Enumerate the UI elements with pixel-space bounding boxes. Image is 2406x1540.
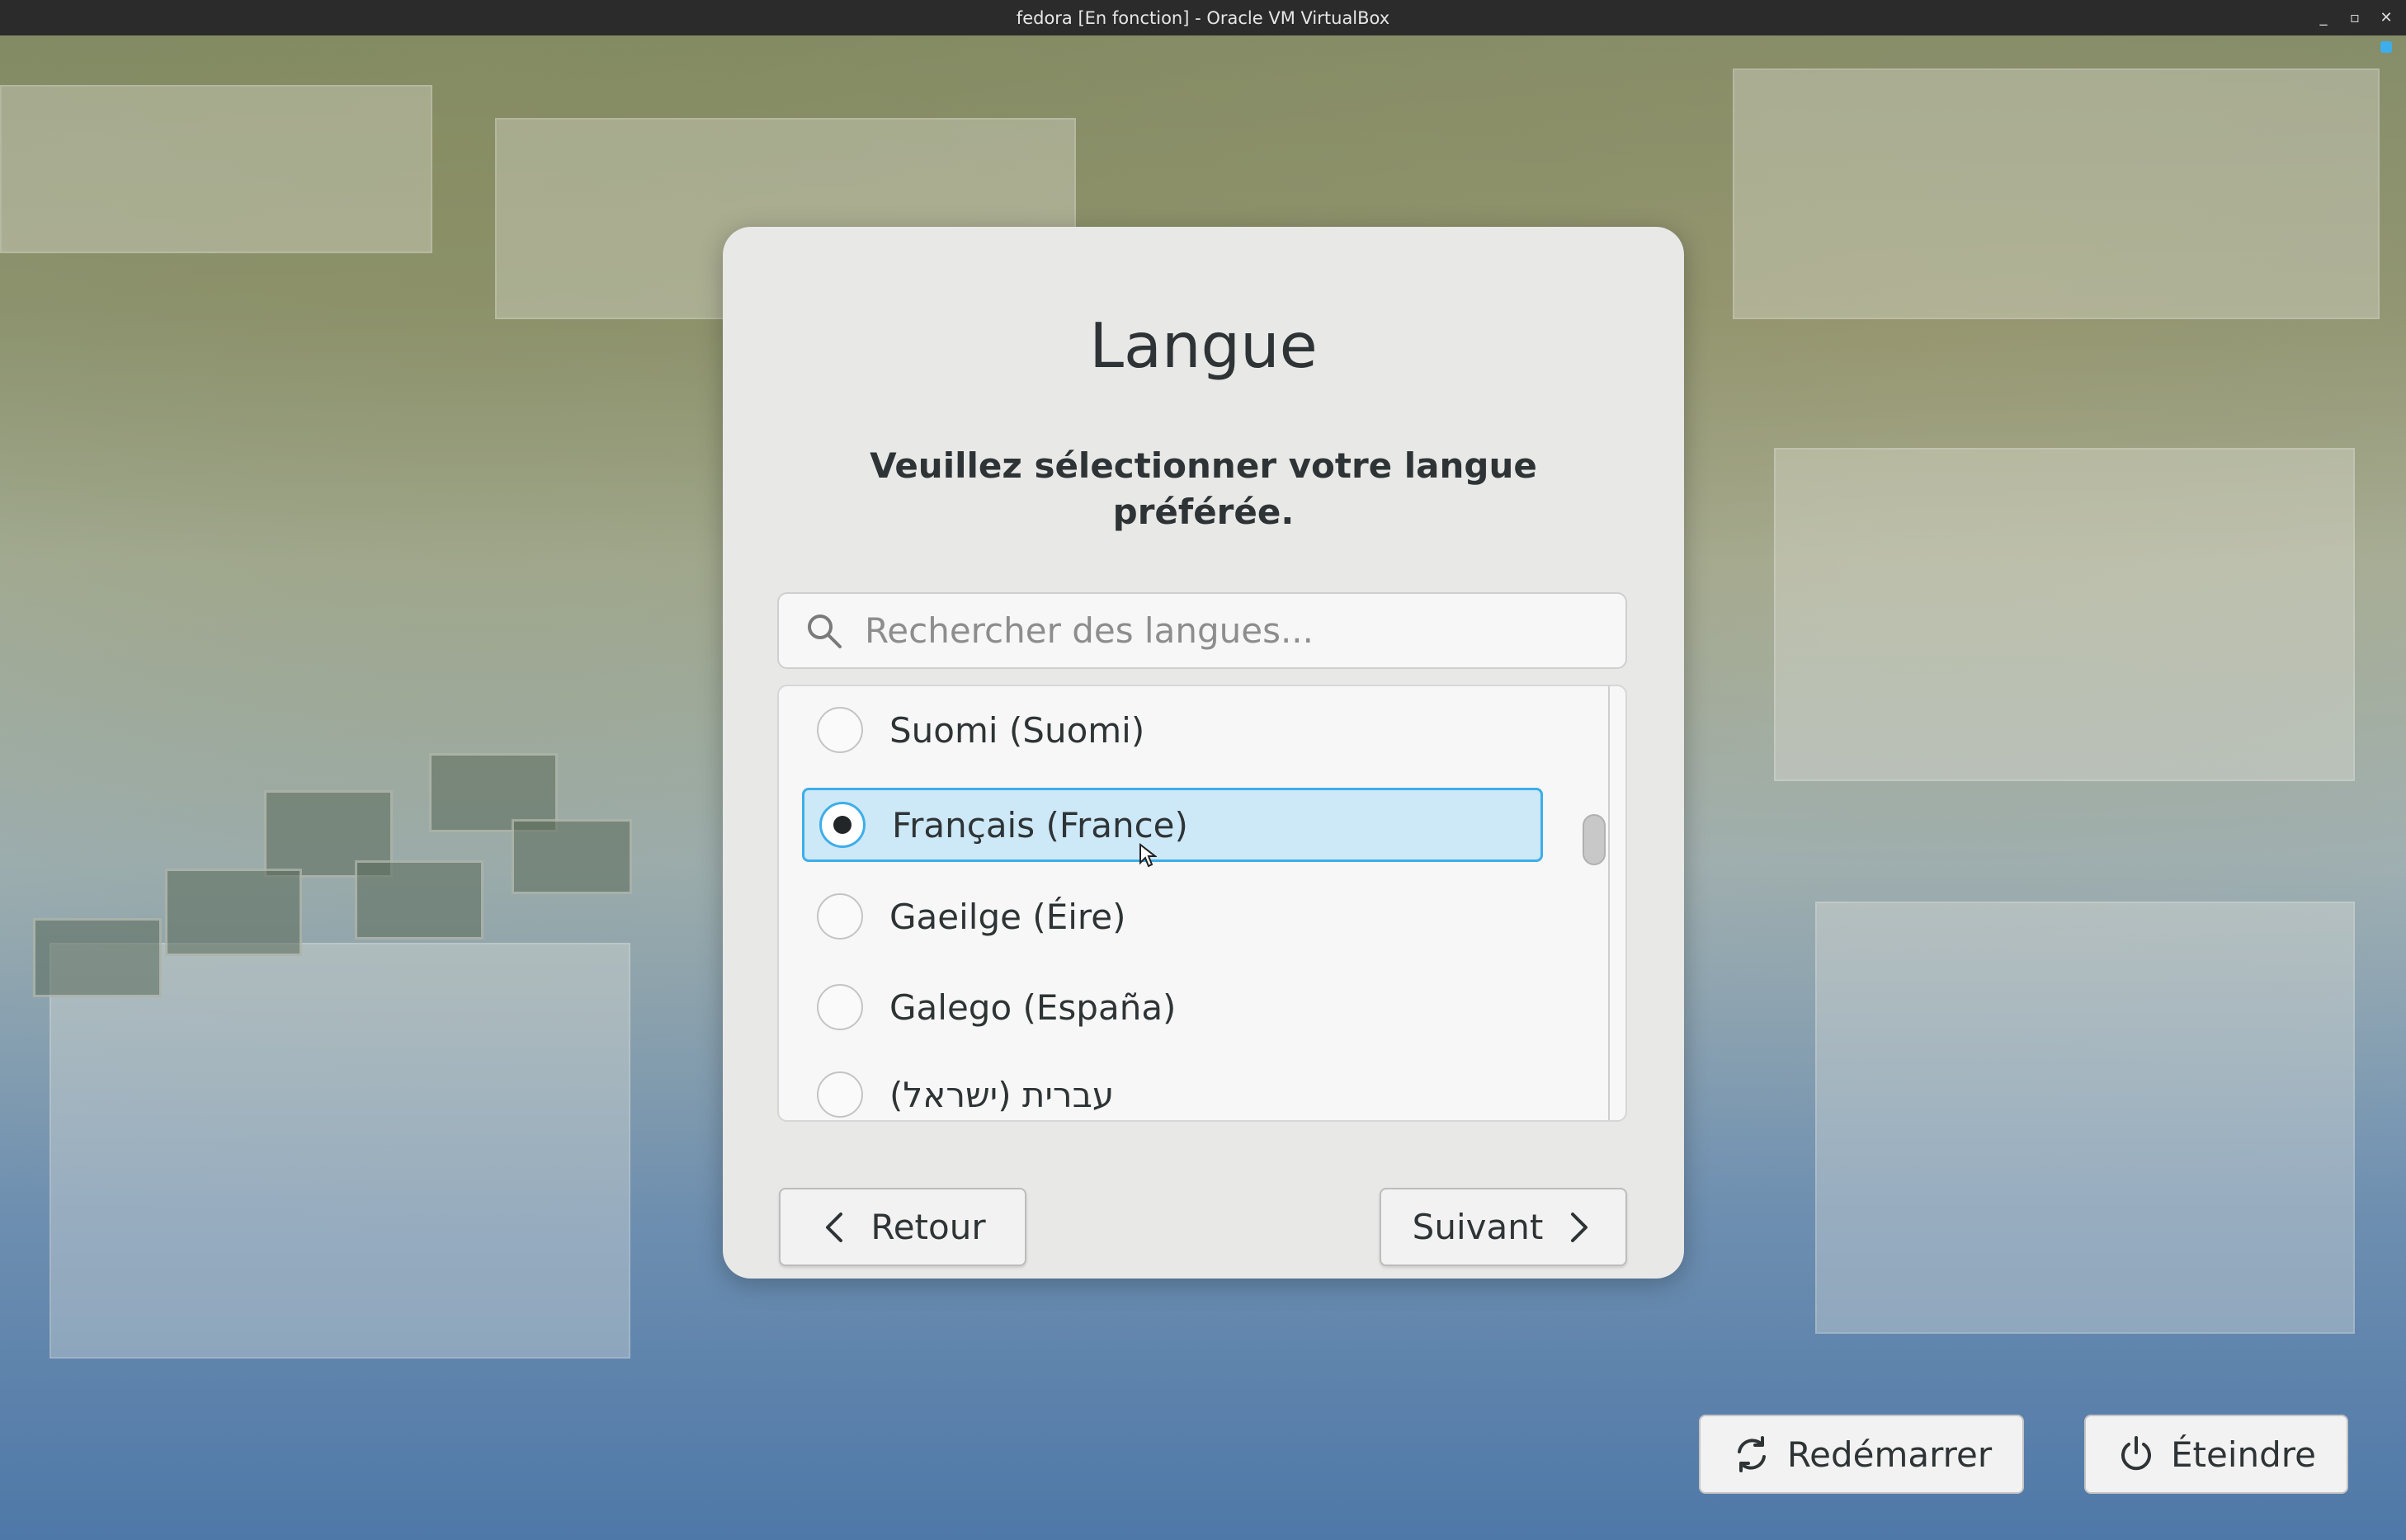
wallpaper-shape — [355, 860, 484, 940]
language-dialog: Langue Veuillez sélectionner votre langu… — [723, 227, 1684, 1279]
radio-button[interactable] — [819, 802, 866, 848]
radio-button[interactable] — [817, 984, 863, 1030]
next-button[interactable]: Suivant — [1380, 1188, 1627, 1266]
radio-button[interactable] — [817, 1071, 863, 1118]
power-label: Éteindre — [2171, 1434, 2316, 1475]
wallpaper-shape — [512, 819, 632, 894]
back-label: Retour — [870, 1207, 986, 1247]
restart-button[interactable]: Redémarrer — [1699, 1415, 2024, 1494]
mouse-cursor-icon — [1139, 843, 1157, 868]
window-controls: _ ▫ ✕ — [2315, 0, 2394, 35]
wallpaper-shape — [1815, 902, 2355, 1334]
chevron-left-icon — [826, 1212, 843, 1242]
list-item-selected[interactable]: Français (France) — [802, 788, 1543, 862]
scrollbar-thumb[interactable] — [1583, 814, 1606, 865]
wallpaper-shape — [33, 918, 162, 997]
radio-button[interactable] — [817, 893, 863, 940]
list-item[interactable]: עברית (ישראל) — [802, 1057, 1543, 1120]
close-icon[interactable]: ✕ — [2378, 9, 2394, 26]
wallpaper-shape — [1733, 68, 2380, 319]
search-icon — [808, 614, 842, 648]
scrollbar-track — [1608, 686, 1610, 1120]
search-box[interactable] — [777, 592, 1627, 669]
language-label: עברית (ישראל) — [889, 1074, 1115, 1115]
maximize-icon[interactable]: ▫ — [2347, 9, 2363, 26]
search-input[interactable] — [863, 610, 1625, 652]
radio-button[interactable] — [817, 707, 863, 753]
list-item[interactable]: Galego (España) — [802, 970, 1543, 1044]
language-label: Suomi (Suomi) — [889, 709, 1145, 751]
power-off-button[interactable]: Éteindre — [2084, 1415, 2348, 1494]
keyboard-indicator-icon — [2380, 41, 2392, 53]
wallpaper-shape — [50, 943, 630, 1359]
window-titlebar: fedora [En fonction] - Oracle VM Virtual… — [0, 0, 2406, 35]
minimize-icon[interactable]: _ — [2315, 9, 2332, 26]
window-title: fedora [En fonction] - Oracle VM Virtual… — [1016, 7, 1390, 28]
wallpaper-shape — [165, 869, 302, 956]
list-item[interactable]: Gaeilge (Éire) — [802, 879, 1543, 954]
language-label: Galego (España) — [889, 987, 1177, 1028]
next-label: Suivant — [1412, 1207, 1544, 1247]
restart-label: Redémarrer — [1786, 1434, 1993, 1475]
dialog-title: Langue — [1089, 309, 1318, 382]
back-button[interactable]: Retour — [779, 1188, 1026, 1266]
list-item[interactable]: Suomi (Suomi) — [802, 693, 1543, 767]
restart-icon — [1737, 1436, 1766, 1472]
wallpaper-shape — [0, 85, 432, 253]
wallpaper-shape — [1774, 448, 2355, 781]
dialog-subtitle: Veuillez sélectionner votre langue préfé… — [870, 445, 1537, 532]
language-label: Français (France) — [892, 804, 1188, 845]
language-label: Gaeilge (Éire) — [889, 896, 1126, 937]
language-list[interactable]: Suomi (Suomi) Français (France) Gaeilge … — [777, 685, 1627, 1122]
power-icon — [2121, 1436, 2151, 1471]
chevron-right-icon — [1571, 1212, 1588, 1242]
